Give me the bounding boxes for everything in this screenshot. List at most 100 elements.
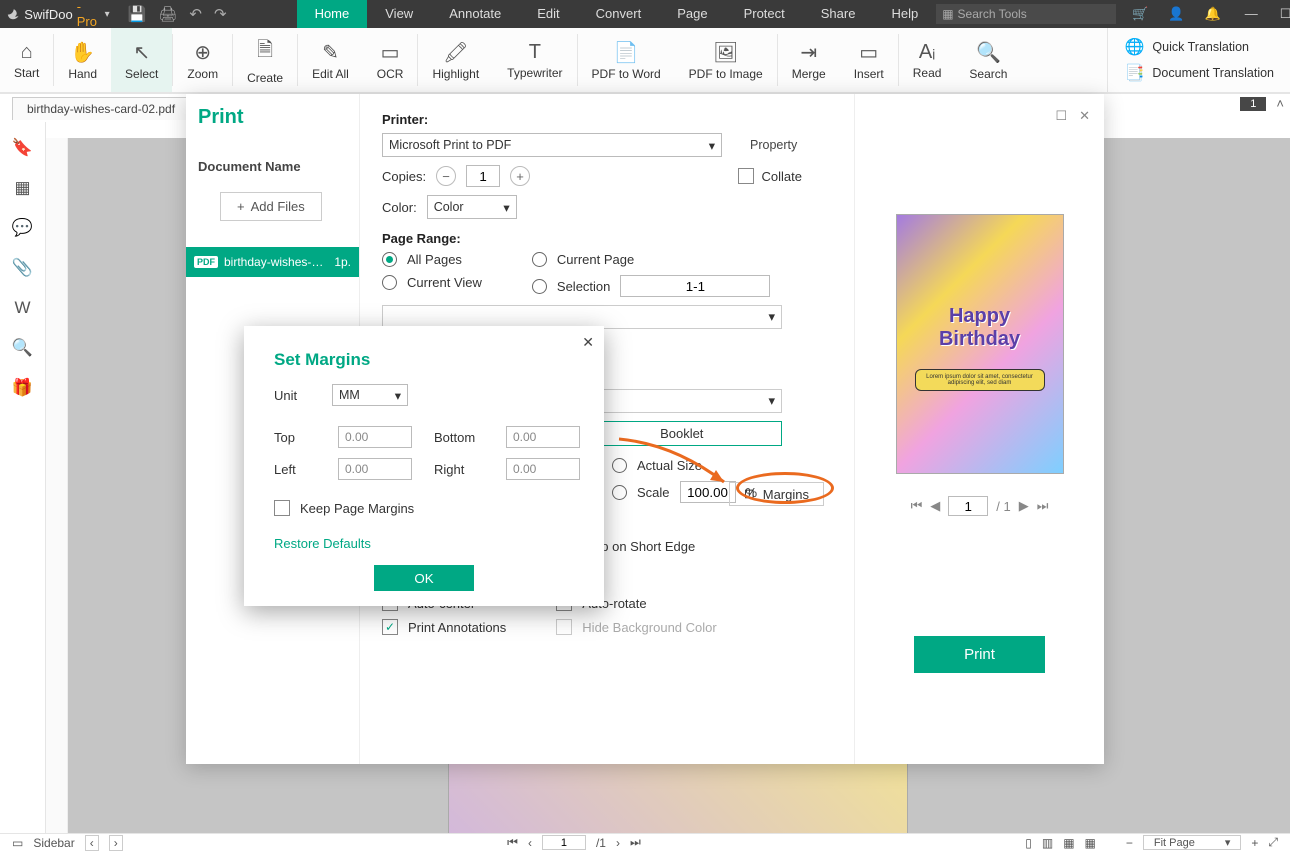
ribbon-start[interactable]: ⌂Start	[0, 28, 53, 92]
gift-icon[interactable]: 🎁	[12, 378, 33, 398]
unit-select[interactable]: MM▾	[332, 384, 408, 406]
selection-radio[interactable]	[532, 279, 547, 294]
undo-icon[interactable]: ↶	[189, 5, 202, 23]
ribbon-merge[interactable]: ⇥Merge	[778, 28, 840, 92]
preview-page-input[interactable]	[948, 496, 988, 516]
margin-right-input[interactable]	[506, 458, 580, 480]
ok-button[interactable]: OK	[374, 565, 474, 591]
last-page-icon[interactable]: ⏭	[1037, 498, 1049, 514]
next-page-icon[interactable]: ▶	[1019, 498, 1029, 514]
menu-page[interactable]: Page	[659, 0, 725, 28]
dialog-close-icon[interactable]: ✕	[1079, 108, 1090, 124]
keep-margins-checkbox[interactable]	[274, 500, 290, 516]
view-continuous-icon[interactable]: ▥	[1042, 836, 1053, 850]
menu-home[interactable]: Home	[297, 0, 368, 28]
comment-icon[interactable]: 💬	[12, 218, 33, 238]
menu-convert[interactable]: Convert	[578, 0, 660, 28]
minimize-icon[interactable]: —	[1245, 6, 1258, 22]
bell-icon[interactable]: 🔔	[1205, 6, 1221, 22]
word-panel-icon[interactable]: W	[14, 298, 30, 318]
bookmark-icon[interactable]: 🔖	[12, 138, 33, 158]
print-annotations-checkbox[interactable]	[382, 619, 398, 635]
margin-top-input[interactable]	[338, 426, 412, 448]
document-tab[interactable]: birthday-wishes-card-02.pdf	[12, 97, 190, 120]
margins-close-icon[interactable]: ✕	[582, 334, 594, 351]
ribbon-ocr[interactable]: ▭OCR	[363, 28, 418, 92]
print-icon[interactable]: 🖨	[158, 5, 177, 23]
prev-page-icon[interactable]: ◀	[930, 498, 940, 514]
ribbon-pdf-to-word[interactable]: 📄PDF to Word	[578, 28, 675, 92]
ribbon-hand[interactable]: ✋Hand	[54, 28, 111, 92]
menu-share[interactable]: Share	[803, 0, 874, 28]
restore-defaults-link[interactable]: Restore Defaults	[274, 536, 574, 551]
find-icon[interactable]: 🔍	[12, 338, 33, 358]
selection-input[interactable]	[620, 275, 770, 297]
menu-annotate[interactable]: Annotate	[431, 0, 519, 28]
foot-first-icon[interactable]: ⏮	[507, 835, 518, 850]
zoom-select[interactable]: Fit Page▾	[1143, 835, 1242, 850]
chevron-down-icon[interactable]: ▾	[105, 9, 110, 20]
file-row[interactable]: PDF birthday-wishes-… 1p.	[186, 247, 359, 277]
foot-prev-icon[interactable]: ‹	[528, 836, 532, 850]
ribbon-pdf-to-image[interactable]: 🖼PDF to Image	[675, 28, 777, 92]
quick-translation-button[interactable]: 🌐Quick Translation	[1124, 37, 1274, 57]
menu-view[interactable]: View	[367, 0, 431, 28]
first-page-icon[interactable]: ⏮	[911, 498, 923, 514]
margin-left-input[interactable]	[338, 458, 412, 480]
ribbon-read[interactable]: AᵢRead	[899, 28, 956, 92]
dialog-maximize-icon[interactable]: ☐	[1055, 108, 1067, 124]
maximize-icon[interactable]: ☐	[1280, 6, 1290, 22]
foot-next-icon[interactable]: ›	[616, 836, 620, 850]
margins-button[interactable]: ⊡ Margins	[729, 482, 824, 506]
thumbnails-icon[interactable]: ▦	[14, 178, 30, 198]
current-page-radio[interactable]	[532, 252, 547, 267]
ribbon-insert[interactable]: ▭Insert	[840, 28, 898, 92]
collate-checkbox[interactable]	[738, 168, 754, 184]
menu-edit[interactable]: Edit	[519, 0, 577, 28]
cart-icon[interactable]: 🛒	[1132, 6, 1148, 22]
color-select[interactable]: Color▾	[427, 195, 517, 219]
ribbon-highlight[interactable]: 🖍Highlight	[418, 28, 493, 92]
view-grid-icon[interactable]: ▦	[1085, 836, 1096, 850]
margin-bottom-input[interactable]	[506, 426, 580, 448]
ribbon-search[interactable]: 🔍Search	[955, 28, 1021, 92]
all-pages-radio[interactable]	[382, 252, 397, 267]
property-link[interactable]: Property	[750, 138, 797, 152]
menu-help[interactable]: Help	[873, 0, 936, 28]
current-view-radio[interactable]	[382, 275, 397, 290]
add-files-button[interactable]: +Add Files	[220, 192, 322, 221]
attachment-icon[interactable]: 📎	[12, 258, 33, 278]
app-logo[interactable]: SwifDoo-Pro ▾	[6, 0, 110, 29]
document-translation-button[interactable]: 📑Document Translation	[1124, 63, 1274, 83]
redo-icon[interactable]: ↷	[214, 5, 227, 23]
user-icon[interactable]: 👤	[1168, 6, 1184, 22]
print-button[interactable]: Print	[914, 636, 1045, 673]
chevron-up-icon[interactable]: ˄	[1276, 96, 1284, 111]
scale-radio[interactable]	[612, 485, 627, 500]
printer-select[interactable]: Microsoft Print to PDF▾	[382, 133, 722, 157]
sidebar-prev-icon[interactable]: ‹	[85, 835, 99, 851]
zoom-out-icon[interactable]: −	[1126, 836, 1133, 850]
ribbon-typewriter[interactable]: TTypewriter	[493, 28, 576, 92]
tab-booklet[interactable]: Booklet	[583, 422, 782, 445]
copies-input[interactable]	[466, 165, 500, 187]
ribbon-select[interactable]: ↖Select	[111, 28, 172, 92]
copies-minus-button[interactable]: −	[436, 166, 456, 186]
menu-protect[interactable]: Protect	[726, 0, 803, 28]
search-tools-input[interactable]: ▦ Search Tools	[936, 4, 1116, 24]
foot-last-icon[interactable]: ⏭	[630, 835, 641, 850]
actual-size-radio[interactable]	[612, 458, 627, 473]
scale-input[interactable]	[680, 481, 736, 503]
foot-page-input[interactable]	[542, 835, 586, 850]
sidebar-next-icon[interactable]: ›	[109, 835, 123, 851]
copies-plus-button[interactable]: +	[510, 166, 530, 186]
ribbon-zoom[interactable]: ⊕Zoom	[173, 28, 232, 92]
ribbon-edit-all[interactable]: ✎Edit All	[298, 28, 363, 92]
fullscreen-icon[interactable]: ⤢	[1268, 835, 1278, 850]
ribbon-create[interactable]: 🗎Create	[233, 28, 297, 92]
view-single-icon[interactable]: ▯	[1025, 836, 1032, 850]
save-icon[interactable]: 💾	[128, 5, 147, 23]
view-two-icon[interactable]: ▦	[1063, 836, 1074, 850]
zoom-in-icon[interactable]: +	[1251, 836, 1258, 850]
sidebar-toggle-icon[interactable]: ▭	[12, 836, 23, 850]
